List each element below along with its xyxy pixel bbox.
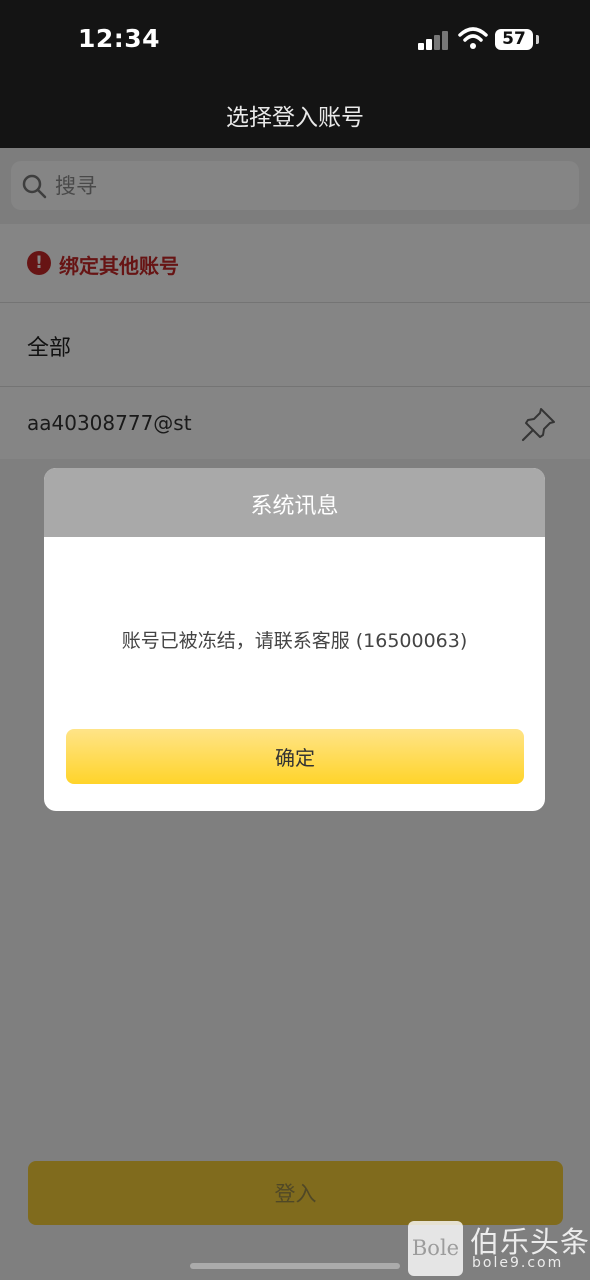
nav-bar: 选择登入账号 [0,80,590,148]
watermark: Bole 伯乐头条 bole9.com [408,1221,590,1277]
page-title: 选择登入账号 [226,105,364,131]
dialog-title: 系统讯息 [250,494,339,519]
watermark-url: bole9.com [472,1255,564,1271]
status-bar: 12:34 57 [0,0,590,80]
wifi-icon [458,27,488,49]
dialog-message: 账号已被冻结，请联系客服 (16500063) [121,630,468,652]
battery-tip [536,35,539,44]
confirm-button[interactable]: 确定 [66,729,524,784]
system-message-dialog: 系统讯息 账号已被冻结，请联系客服 (16500063) 确定 [44,468,545,811]
dialog-header: 系统讯息 [44,468,545,537]
watermark-logo: Bole [408,1221,463,1276]
cellular-signal-icon [418,30,450,50]
home-indicator [190,1263,400,1269]
battery-icon: 57 [495,29,533,50]
status-time: 12:34 [78,24,161,53]
